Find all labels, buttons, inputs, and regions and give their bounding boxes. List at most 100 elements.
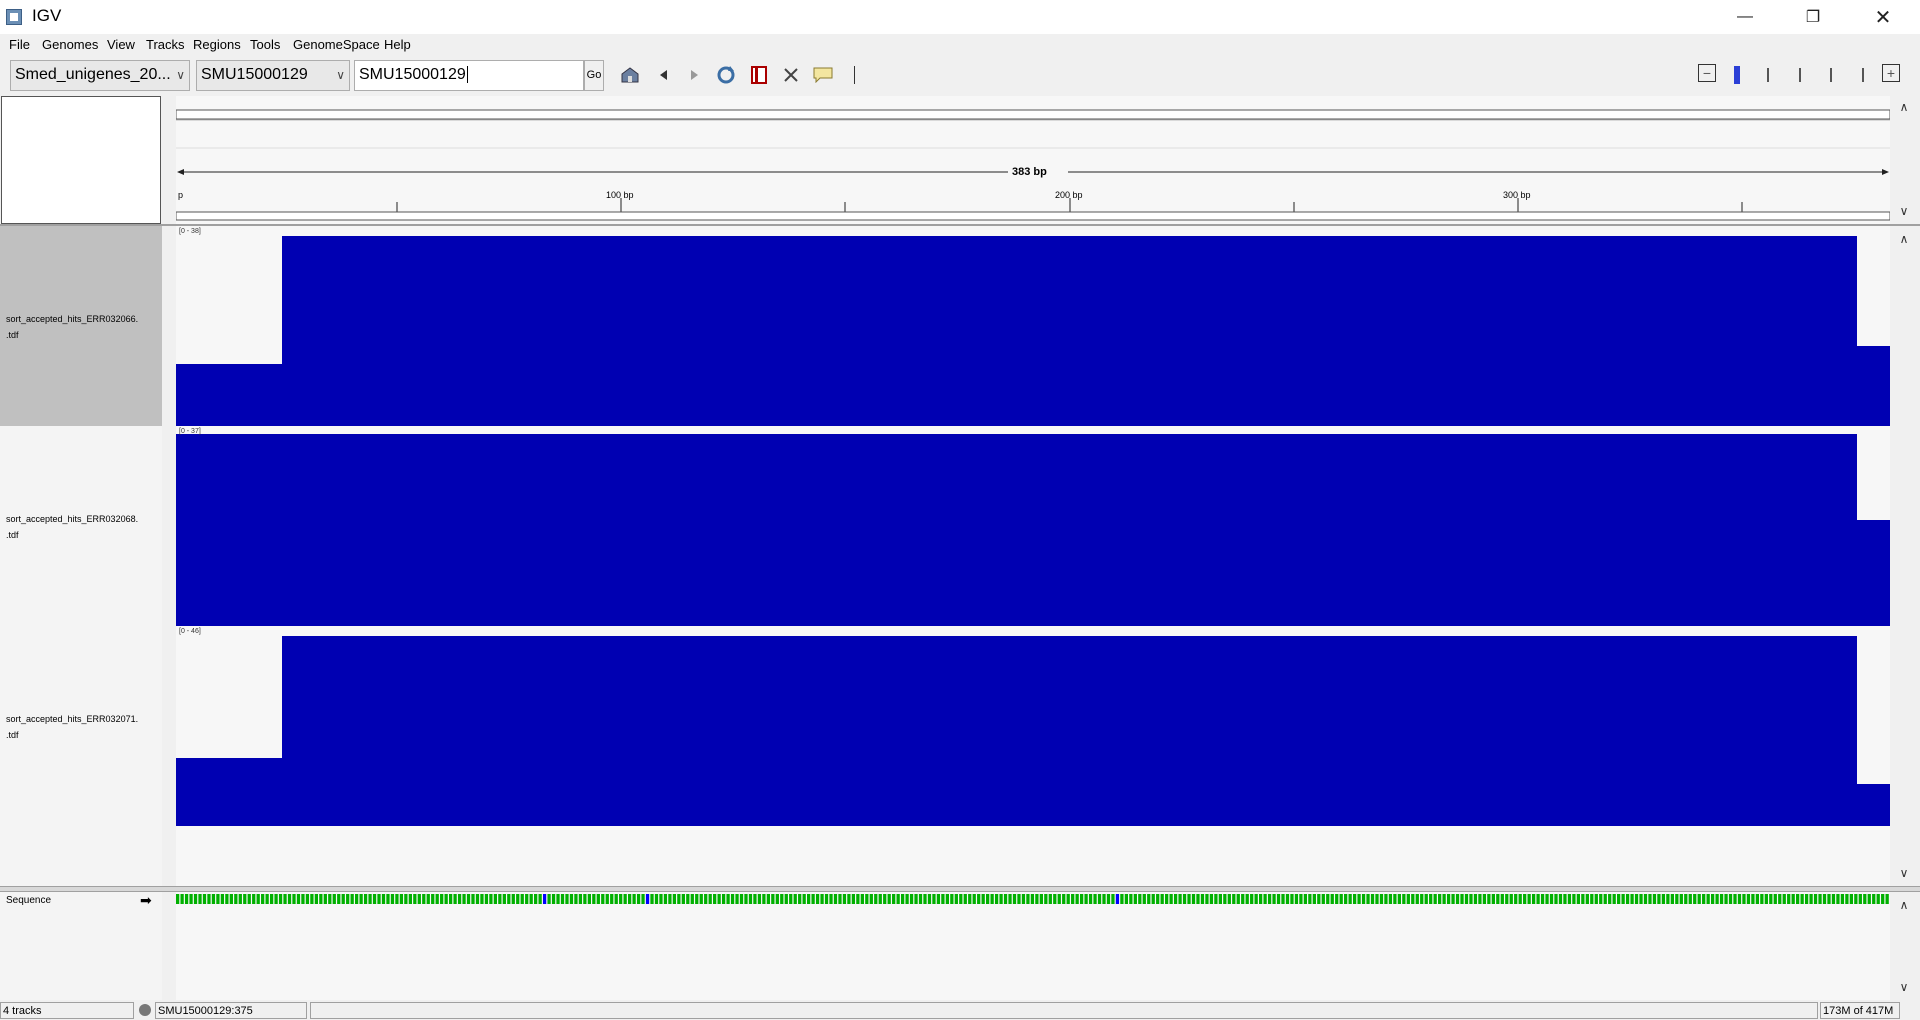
sequence-base <box>261 894 265 904</box>
sequence-base <box>945 894 950 904</box>
sequence-base <box>1863 894 1867 904</box>
sequence-base <box>856 894 860 904</box>
sequence-base <box>551 894 556 904</box>
zoom-tick[interactable] <box>1830 68 1832 82</box>
zoom-tick[interactable] <box>1799 68 1801 82</box>
data-scrollbar[interactable]: ∧ ∨ <box>1893 226 1915 886</box>
sequence-base <box>1276 894 1281 904</box>
sequence-base <box>1057 894 1061 904</box>
sequence-base <box>1375 894 1379 904</box>
sequence-base <box>341 894 345 904</box>
sequence-base <box>234 894 238 904</box>
close-icon[interactable]: ✕ <box>1860 0 1906 34</box>
sequence-scrollbar[interactable]: ∧ ∨ <box>1893 892 1915 1000</box>
sequence-base <box>815 894 820 904</box>
back-icon[interactable] <box>652 64 674 86</box>
sequence-base <box>860 894 864 904</box>
zoom-tick[interactable] <box>1767 68 1769 82</box>
sequence-base <box>247 894 251 904</box>
track-name-row[interactable]: sort_accepted_hits_ERR032068. .tdf <box>0 426 162 626</box>
refresh-icon[interactable] <box>715 64 737 86</box>
ruler-panel: 383 bp p 100 bp 200 bp 300 bp <box>176 96 1890 224</box>
sequence-base <box>1039 894 1043 904</box>
sequence-base <box>1464 894 1469 904</box>
sequence-base <box>744 894 748 904</box>
sequence-base <box>1236 894 1240 904</box>
sequence-base <box>1527 894 1531 904</box>
sequence-base <box>645 894 650 904</box>
sequence-base <box>1881 894 1885 904</box>
menu-tools[interactable]: Tools <box>250 37 280 52</box>
zoom-level-indicator[interactable] <box>1734 66 1740 84</box>
header-scrollbar[interactable]: ∧ ∨ <box>1893 96 1915 224</box>
sequence-base <box>198 894 202 904</box>
sequence-base <box>1263 894 1267 904</box>
scroll-up-icon[interactable]: ∧ <box>1893 898 1915 912</box>
scroll-down-icon[interactable]: ∨ <box>1893 204 1915 218</box>
locus-search-value: SMU15000129 <box>359 66 466 83</box>
sequence-base <box>874 894 878 904</box>
sequence-base <box>1554 894 1558 904</box>
zoom-out-icon[interactable]: − <box>1698 64 1716 82</box>
scroll-up-icon[interactable]: ∧ <box>1893 232 1915 246</box>
sequence-base <box>296 894 301 904</box>
sequence-base <box>355 894 359 904</box>
home-icon[interactable] <box>619 64 641 86</box>
popup-icon[interactable] <box>812 64 834 86</box>
sequence-base <box>1818 894 1822 904</box>
roi-icon[interactable] <box>748 64 770 86</box>
sequence-base <box>220 894 225 904</box>
sequence-base <box>1156 894 1160 904</box>
genome-dropdown[interactable]: Smed_unigenes_20... ∨ <box>10 60 190 91</box>
sequence-base <box>1214 894 1218 904</box>
sequence-base <box>1312 894 1316 904</box>
scroll-down-icon[interactable]: ∨ <box>1893 980 1915 994</box>
chromosome-dropdown-value: SMU15000129 <box>201 66 308 83</box>
sequence-base <box>1523 894 1527 904</box>
sequence-base <box>1348 894 1352 904</box>
forward-icon[interactable] <box>684 64 706 86</box>
track-name-row[interactable]: sort_accepted_hits_ERR032071. .tdf <box>0 626 162 826</box>
sequence-base <box>1581 894 1585 904</box>
track-name-line: .tdf <box>6 530 19 540</box>
menu-tracks[interactable]: Tracks <box>146 37 185 52</box>
sequence-base <box>404 894 408 904</box>
sequence-base <box>1634 894 1639 904</box>
sequence-base <box>1576 894 1581 904</box>
sequence-base <box>1388 894 1393 904</box>
genome-dropdown-value: Smed_unigenes_20... <box>15 66 171 83</box>
sequence-base <box>627 894 632 904</box>
ruler-tick-label: 200 bp <box>1055 190 1083 200</box>
fit-icon[interactable] <box>780 64 802 86</box>
zoom-tick[interactable] <box>1862 68 1864 82</box>
menu-help[interactable]: Help <box>384 37 411 52</box>
sequence-base <box>243 894 247 904</box>
menu-genomespace[interactable]: GenomeSpace <box>293 37 380 52</box>
sequence-base <box>1648 894 1652 904</box>
sequence-base <box>1567 894 1572 904</box>
chromosome-ideogram <box>176 109 1890 120</box>
scroll-up-icon[interactable]: ∧ <box>1893 100 1915 114</box>
scroll-down-icon[interactable]: ∨ <box>1893 866 1915 880</box>
locus-search-input[interactable]: SMU15000129 <box>354 60 584 91</box>
track-name-row-selected[interactable]: sort_accepted_hits_ERR032066. .tdf <box>0 226 162 426</box>
sequence-base <box>1402 894 1406 904</box>
sequence-base <box>798 894 802 904</box>
sequence-base <box>1657 894 1661 904</box>
chromosome-dropdown[interactable]: SMU15000129 ∨ <box>196 60 350 91</box>
coverage-bar <box>282 636 1857 826</box>
menu-view[interactable]: View <box>107 37 135 52</box>
sequence-base <box>659 894 663 904</box>
go-button[interactable]: Go <box>584 60 604 91</box>
menu-file[interactable]: File <box>9 37 30 52</box>
restore-icon[interactable]: ❐ <box>1790 0 1836 34</box>
menu-regions[interactable]: Regions <box>193 37 241 52</box>
menu-genomes[interactable]: Genomes <box>42 37 98 52</box>
right-arrow-icon[interactable]: ➡ <box>140 892 152 909</box>
coverage-bar <box>176 434 1857 626</box>
sequence-base <box>1205 894 1209 904</box>
zoom-in-icon[interactable]: + <box>1882 64 1900 82</box>
minimize-icon[interactable]: — <box>1722 0 1768 34</box>
sequence-base <box>1867 894 1871 904</box>
sequence-base <box>1160 894 1164 904</box>
